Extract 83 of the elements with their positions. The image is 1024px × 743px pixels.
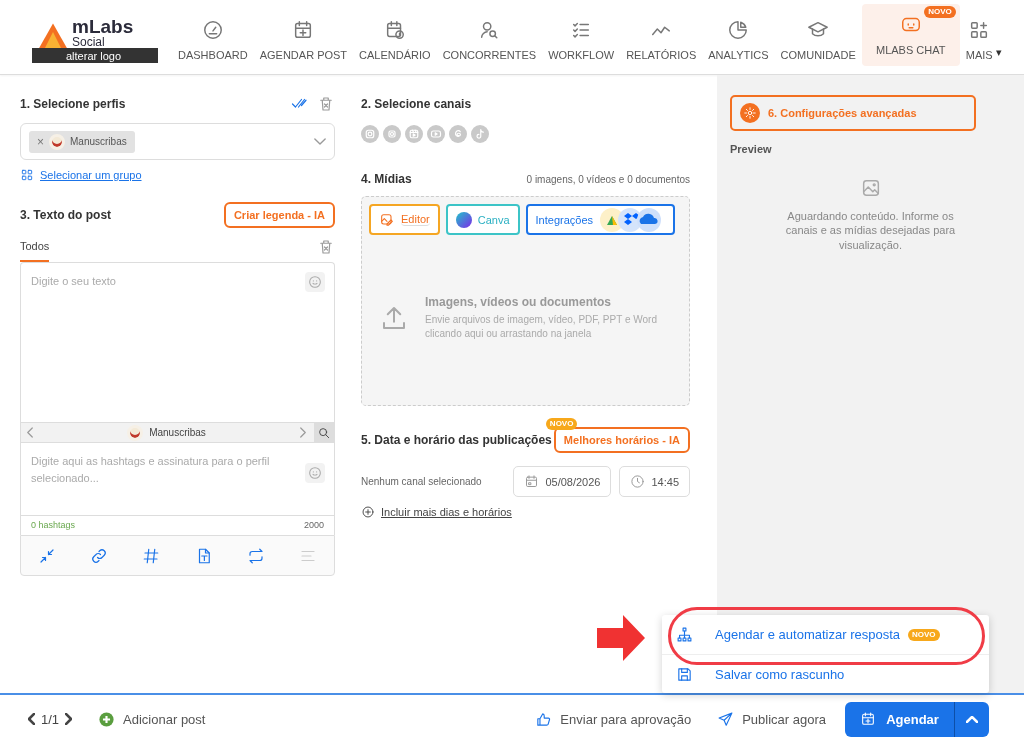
circle-logo-icon xyxy=(455,211,472,228)
add-dates-link[interactable]: Incluir mais dias e horários xyxy=(381,506,512,518)
pointer-arrow xyxy=(597,615,645,661)
profile-name: Manuscribas xyxy=(70,136,127,147)
character-limit: 2000 xyxy=(303,520,324,531)
nav-item[interactable]: CONCORRENTES xyxy=(436,0,543,74)
new-badge: NOVO xyxy=(924,6,956,18)
nav-item[interactable]: AGENDAR POST xyxy=(253,0,354,74)
publish-now-button[interactable]: Publicar agora xyxy=(704,710,839,728)
upload-title: Imagens, vídeos ou documentos xyxy=(425,295,613,309)
profile-name: Manuscribas xyxy=(149,427,206,438)
date-field[interactable]: 05/08/2026 xyxy=(513,466,612,497)
menu-item[interactable]: Agendar e automatizar resposta NOVO xyxy=(662,615,989,654)
hashtag-button[interactable] xyxy=(142,546,161,565)
nav-item[interactable]: RELATÓRIOS xyxy=(620,0,703,74)
gauge-icon xyxy=(201,19,224,41)
grid-icon xyxy=(20,168,34,182)
nav-item[interactable]: CALENDÁRIO xyxy=(353,0,437,74)
emoji-icon xyxy=(305,272,325,292)
new-badge: NOVO xyxy=(545,418,578,430)
calendar-icon xyxy=(860,711,877,727)
preview-message: Aguardando conteúdo. Informe os canais e as mídias desejadas para visualização. xyxy=(784,209,957,252)
post-text-field[interactable]: Digite o seu texto xyxy=(20,262,335,422)
add-post-button[interactable]: Adicionar post xyxy=(98,710,206,728)
chevron-right-icon xyxy=(65,713,73,725)
change-logo-button[interactable]: alterar logo xyxy=(32,48,158,63)
new-badge: NOVO xyxy=(908,628,940,641)
clock-icon xyxy=(630,474,646,489)
upload-hint: Envie arquivos de imagem, vídeo, PDF, PPT e Word clicando aqui ou arrastando na janela xyxy=(425,313,658,340)
chevron-left-icon xyxy=(28,713,35,725)
logo-name: mLabs xyxy=(72,17,135,36)
menu-item[interactable]: Salvar como rascunho xyxy=(662,654,989,693)
plus-circle-icon xyxy=(98,710,116,728)
preview-title: Preview xyxy=(730,143,773,155)
pie-chart-icon xyxy=(727,19,750,41)
profile-select[interactable]: × Manuscribas xyxy=(20,123,335,160)
link-button[interactable] xyxy=(90,546,109,565)
hierarchy-icon xyxy=(676,626,693,643)
chevron-left-icon xyxy=(27,427,33,438)
section-title: 2. Selecione canais xyxy=(361,97,472,111)
hashtag-count: 0 hashtags xyxy=(31,520,76,531)
signature-field[interactable]: Digite aqui as hashtags e assinatura para o perfil selecionado... xyxy=(20,443,335,515)
calendar-icon xyxy=(524,474,540,489)
time-field[interactable]: 14:45 xyxy=(619,466,690,497)
search-button[interactable] xyxy=(314,422,334,443)
trash-icon xyxy=(317,95,335,113)
media-summary: 0 imagens, 0 vídeos e 0 documentos xyxy=(526,173,690,185)
profile-chip[interactable]: × Manuscribas xyxy=(29,130,135,153)
emoji-icon xyxy=(305,463,325,483)
section-title: 3. Texto do post xyxy=(20,208,112,222)
avatar-icon xyxy=(127,424,144,441)
nav-item[interactable]: NOVO MLABS CHAT xyxy=(861,4,960,66)
channel-note: Nenhum canal selecionado xyxy=(361,476,483,487)
chevron-right-icon xyxy=(300,427,306,438)
chevron-up-icon xyxy=(966,715,978,723)
repeat-button[interactable] xyxy=(246,546,265,565)
section-title: 1. Selecione perfis xyxy=(20,97,126,111)
send-approval-button[interactable]: Enviar para aprovação xyxy=(522,710,705,728)
section-title: 4. Mídias xyxy=(361,172,412,186)
chevron-down-icon xyxy=(314,138,326,145)
nav-item[interactable]: ANALYTICS xyxy=(702,0,775,74)
trash-icon xyxy=(317,238,335,256)
integrations-button[interactable]: Integrações xyxy=(525,204,676,235)
gear-icon xyxy=(740,103,760,123)
expand-menu-button[interactable] xyxy=(954,701,989,737)
nav-item[interactable]: DASHBOARD xyxy=(172,0,254,74)
avatar-icon xyxy=(49,133,65,150)
search-icon xyxy=(317,425,331,440)
thumbs-up-icon xyxy=(535,710,553,728)
upload-area[interactable]: Editor Canva Integrações Imagens, vídeos ou documentos Envie arquivos de imagem, vídeo, PDF, PPT e Word clicando aqui ou arrastando na janela xyxy=(361,196,690,406)
caret-icon: ▾ xyxy=(995,46,1002,59)
logo-subtitle: Social xyxy=(72,36,106,48)
select-group-link[interactable]: Selecionar um grupo xyxy=(40,169,142,181)
page-indicator: 1/1 xyxy=(41,711,60,727)
remove-icon[interactable]: × xyxy=(37,134,44,149)
plus-circle-icon xyxy=(361,505,375,519)
section-title: 5. Data e horário das publicações xyxy=(361,433,552,447)
paper-plane-icon xyxy=(717,710,735,728)
nav-item[interactable]: COMUNIDADE xyxy=(774,0,862,74)
schedule-button[interactable]: Agendar xyxy=(845,701,954,737)
nav-item[interactable]: WORKFLOW xyxy=(542,0,621,74)
image-edit-icon xyxy=(379,211,395,228)
profile-switcher[interactable]: Manuscribas xyxy=(20,422,335,443)
